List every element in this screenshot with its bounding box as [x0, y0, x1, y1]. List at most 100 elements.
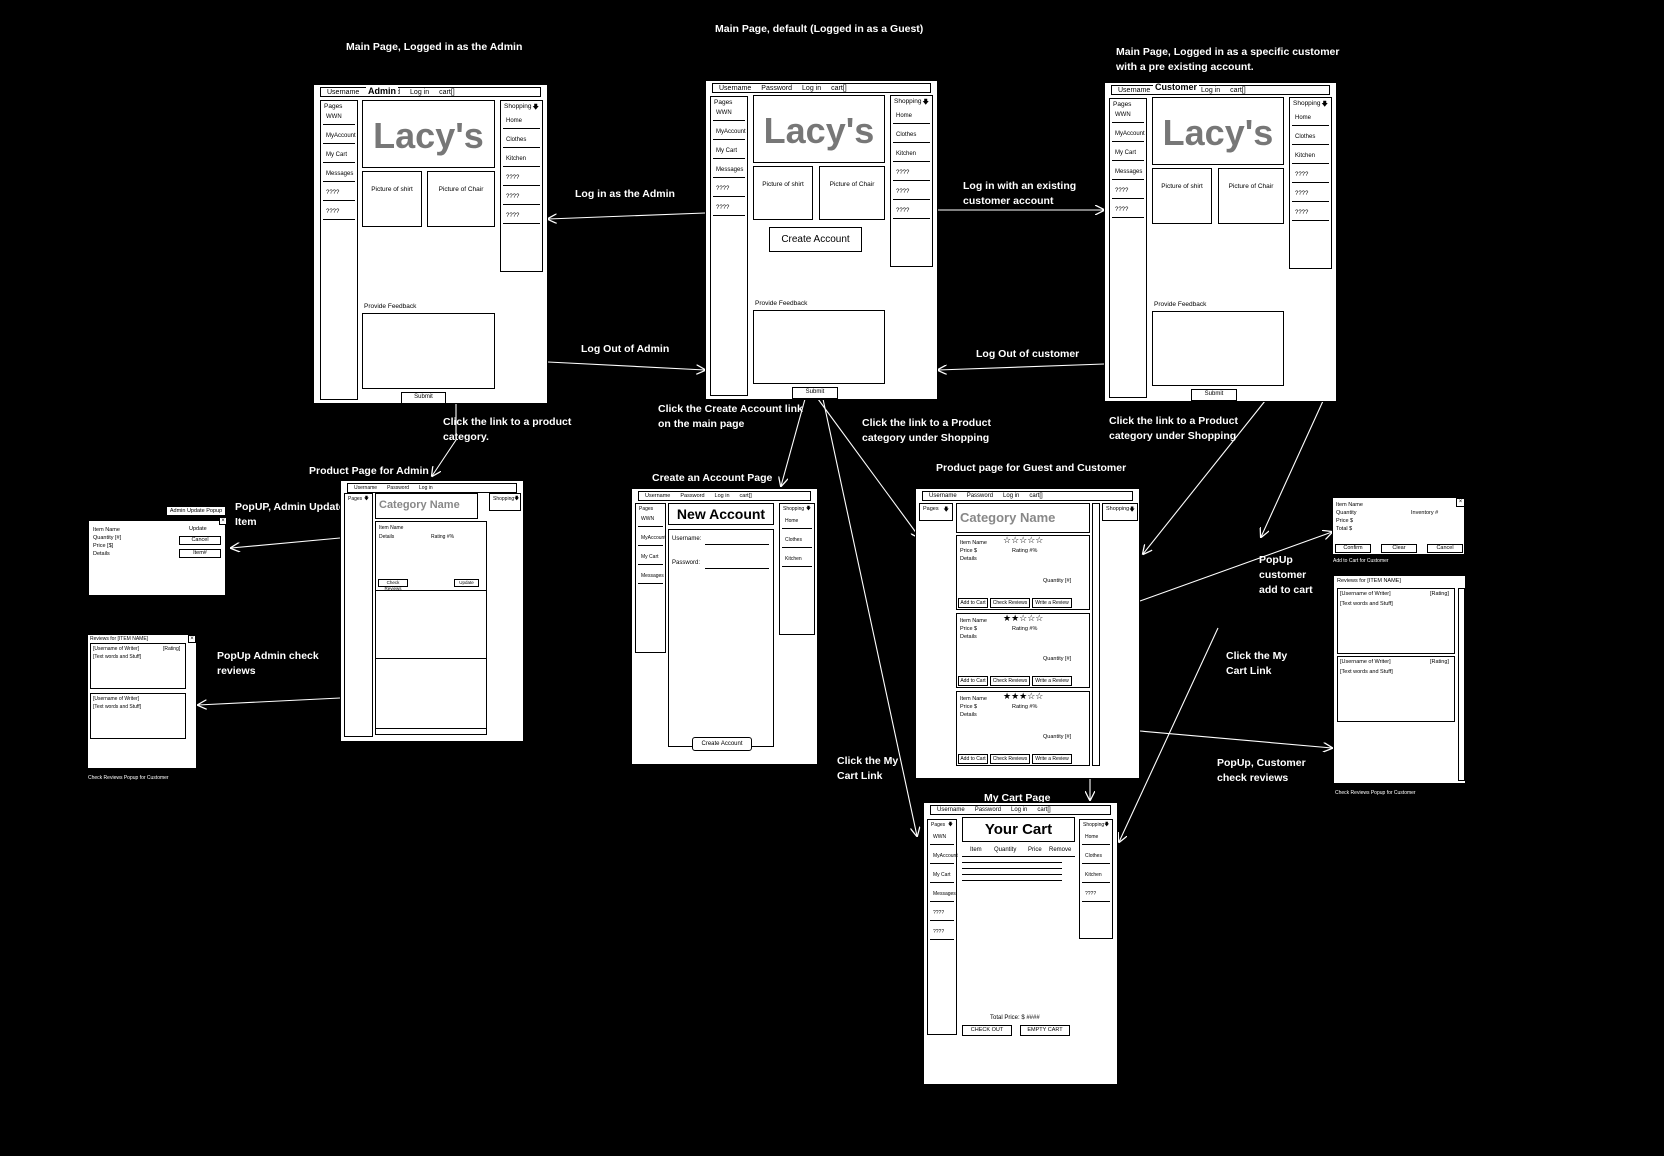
update-button[interactable]: Update — [454, 579, 479, 587]
menu-item-placeholder[interactable]: ???? — [930, 908, 954, 921]
menu-item-placeholder[interactable]: ???? — [323, 188, 355, 201]
shop-item-kitchen[interactable]: Kitchen — [1082, 870, 1110, 883]
shop-item-placeholder[interactable]: ???? — [893, 187, 930, 200]
feedback-textarea[interactable] — [362, 313, 495, 389]
menu-item-placeholder[interactable]: ???? — [930, 927, 954, 940]
add-to-cart-button[interactable]: Add to Cart — [958, 676, 988, 686]
shop-item-clothes[interactable]: Clothes — [503, 135, 540, 148]
shop-item-clothes[interactable]: Clothes — [893, 130, 930, 143]
shop-item-placeholder[interactable]: ???? — [503, 173, 540, 186]
menu-item-messages[interactable]: Messages — [713, 165, 745, 178]
menu-item-placeholder[interactable]: ???? — [1112, 205, 1144, 218]
menu-item-wwn[interactable]: WWN — [638, 514, 663, 527]
arrow-down-icon[interactable]: 🡇 — [532, 103, 539, 114]
arrow-down-icon[interactable]: 🡇 — [943, 506, 949, 515]
menu-item-wwn[interactable]: WWN — [323, 112, 355, 125]
shop-item-placeholder[interactable]: ???? — [1082, 889, 1110, 902]
login-button[interactable]: Log in — [410, 88, 429, 96]
arrow-down-icon[interactable]: 🡇 — [948, 822, 953, 830]
menu-item-mycart[interactable]: My Cart — [713, 146, 745, 159]
shop-item-placeholder[interactable]: ???? — [503, 192, 540, 205]
username-field[interactable] — [705, 544, 769, 545]
cart-button[interactable]: cart[] — [831, 84, 847, 92]
login-button[interactable]: Log in — [419, 484, 433, 492]
shop-item-placeholder[interactable]: ???? — [503, 211, 540, 224]
menu-item-myaccount[interactable]: MyAccount — [1112, 129, 1145, 142]
picture-shirt[interactable]: Picture of shirt — [1152, 168, 1212, 224]
scrollbar[interactable] — [1092, 503, 1100, 766]
shop-item-home[interactable]: Home — [893, 111, 930, 124]
close-icon[interactable]: × — [188, 635, 196, 643]
menu-item-placeholder[interactable]: ???? — [713, 184, 745, 197]
shop-item-home[interactable]: Home — [1292, 113, 1329, 126]
arrow-down-icon[interactable]: 🡇 — [1321, 100, 1328, 111]
menu-item-mycart[interactable]: My Cart — [323, 150, 355, 163]
shop-item-home[interactable]: Home — [503, 116, 540, 129]
menu-item-myaccount[interactable]: MyAccount — [323, 131, 356, 144]
popup-field-price[interactable]: Price [$] — [93, 543, 113, 549]
login-button[interactable]: Log in — [1011, 806, 1027, 814]
check-reviews-button[interactable]: Check Reviews — [990, 754, 1030, 764]
shop-item-clothes[interactable]: Clothes — [1292, 132, 1329, 145]
menu-item-mycart[interactable]: My Cart — [638, 552, 663, 565]
shop-item-kitchen[interactable]: Kitchen — [503, 154, 540, 167]
cart-button[interactable]: cart[] — [740, 492, 752, 500]
menu-item-myaccount[interactable]: MyAccount — [713, 127, 746, 140]
login-button[interactable]: Log in — [1201, 86, 1220, 94]
popup-field-quantity[interactable]: Quantity — [1336, 510, 1356, 516]
scrollbar[interactable] — [1458, 588, 1465, 781]
write-review-button[interactable]: Write a Review — [1032, 598, 1072, 608]
confirm-button[interactable]: Confirm — [1335, 544, 1371, 553]
empty-cart-button[interactable]: EMPTY CART — [1020, 1025, 1070, 1036]
shop-item-placeholder[interactable]: ???? — [893, 168, 930, 181]
close-icon[interactable]: × — [1456, 498, 1464, 507]
shop-item-clothes[interactable]: Clothes — [782, 535, 812, 548]
check-reviews-button[interactable]: Check Reviews — [990, 598, 1030, 608]
cancel-button[interactable]: Cancel — [1427, 544, 1463, 553]
popup-field-quantity[interactable]: Quantity [#] — [93, 535, 121, 541]
picture-shirt[interactable]: Picture of shirt — [362, 171, 422, 227]
submit-button[interactable]: Submit — [792, 387, 838, 399]
menu-item-placeholder[interactable]: ???? — [713, 203, 745, 216]
password-field[interactable] — [705, 568, 769, 569]
login-button[interactable]: Log in — [1003, 492, 1019, 500]
picture-chair[interactable]: Picture of Chair — [819, 166, 885, 220]
check-reviews-button[interactable]: Check Reviews — [378, 579, 408, 591]
cart-button[interactable]: cart[] — [1230, 86, 1246, 94]
menu-item-wwn[interactable]: WWN — [713, 108, 745, 121]
clear-button[interactable]: Clear — [1381, 544, 1417, 553]
check-reviews-button[interactable]: Check Reviews — [990, 676, 1030, 686]
cart-button[interactable]: cart[] — [1029, 492, 1042, 500]
arrow-down-icon[interactable]: 🡇 — [364, 496, 369, 504]
popup-field-details[interactable]: Details — [93, 551, 110, 557]
shop-item-kitchen[interactable]: Kitchen — [1292, 151, 1329, 164]
item-number-field[interactable]: Item# — [179, 549, 221, 558]
write-review-button[interactable]: Write a Review — [1032, 754, 1072, 764]
write-review-button[interactable]: Write a Review — [1032, 676, 1072, 686]
menu-item-placeholder[interactable]: ???? — [1112, 186, 1144, 199]
shop-item-home[interactable]: Home — [782, 516, 812, 529]
shop-item-clothes[interactable]: Clothes — [1082, 851, 1110, 864]
shop-item-home[interactable]: Home — [1082, 832, 1110, 845]
menu-item-myaccount[interactable]: MyAccount — [930, 851, 958, 864]
menu-item-messages[interactable]: Messages — [1112, 167, 1144, 180]
feedback-textarea[interactable] — [1152, 311, 1284, 386]
menu-item-mycart[interactable]: My Cart — [930, 870, 954, 883]
picture-shirt[interactable]: Picture of shirt — [753, 166, 813, 220]
menu-item-wwn[interactable]: WWN — [1112, 110, 1144, 123]
item-quantity[interactable]: Quantity [#] — [1043, 734, 1071, 740]
arrow-down-icon[interactable]: 🡇 — [1104, 822, 1109, 830]
item-quantity[interactable]: Quantity [#] — [1043, 578, 1071, 584]
menu-item-myaccount[interactable]: MyAccount — [638, 533, 666, 546]
arrow-down-icon[interactable]: 🡇 — [806, 506, 811, 514]
item-quantity[interactable]: Quantity [#] — [1043, 656, 1071, 662]
submit-button[interactable]: Submit — [401, 392, 446, 403]
arrow-down-icon[interactable]: 🡇 — [922, 98, 929, 109]
cart-button[interactable]: cart[] — [439, 88, 455, 96]
add-to-cart-button[interactable]: Add to Cart — [958, 754, 988, 764]
menu-item-placeholder[interactable]: ???? — [323, 207, 355, 220]
shop-item-placeholder[interactable]: ???? — [1292, 189, 1329, 202]
cancel-button[interactable]: Cancel — [179, 536, 221, 545]
menu-item-messages[interactable]: Messages — [638, 571, 664, 584]
arrow-down-icon[interactable]: 🡇 — [514, 496, 519, 504]
